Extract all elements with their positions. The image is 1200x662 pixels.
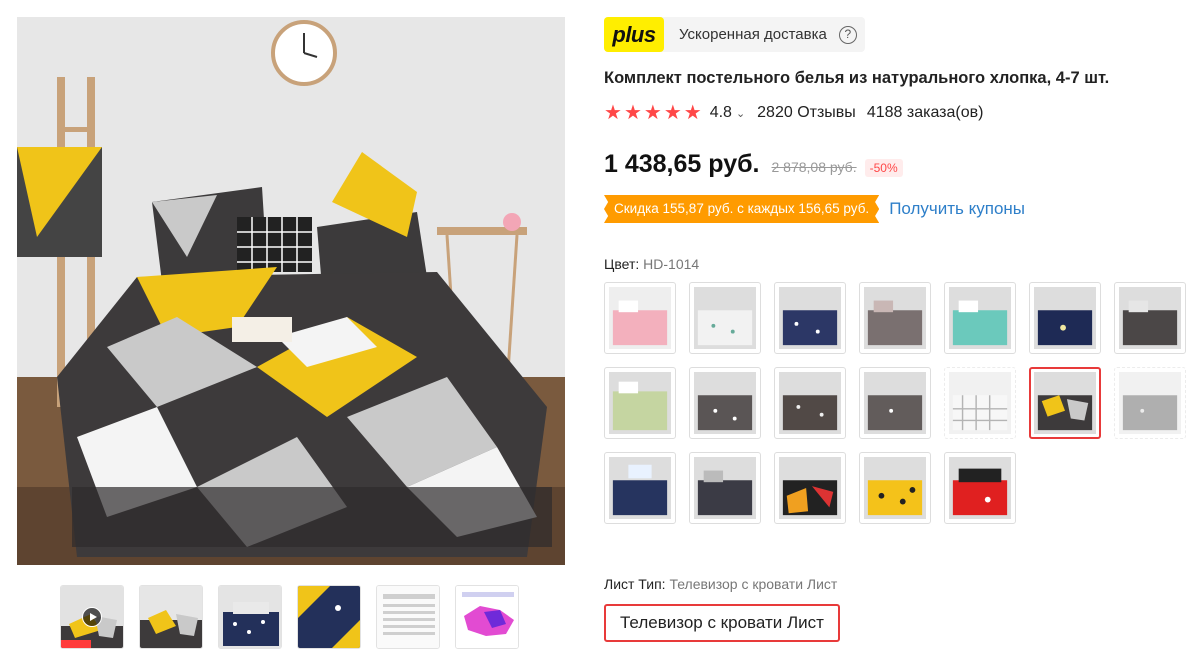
color-swatch-dark-grey[interactable] [1114,282,1186,354]
product-title: Комплект постельного белья из натурально… [604,69,1110,87]
current-price: 1 438,65 руб. [604,150,760,178]
star-icon: ★ [683,102,702,124]
color-label-value: HD-1014 [643,256,700,272]
color-swatch-green[interactable] [604,367,676,439]
thumbnail-video[interactable] [60,585,124,649]
color-swatch-grey[interactable] [859,282,931,354]
star-icon: ★ [604,102,622,124]
rating-stars: ★ ★ ★ ★ ★ [604,103,702,123]
color-swatch-yellow-dots[interactable] [859,452,931,524]
color-swatch-pink[interactable] [604,282,676,354]
sheet-type-label: Лист Тип: Телевизор с кровати Лист [604,576,837,592]
sheet-type-value: Телевизор с кровати Лист [669,576,838,592]
sheet-type-option-selected[interactable]: Телевизор с кровати Лист [604,604,840,642]
rating-value[interactable]: 4.8 [710,104,732,122]
play-icon [82,607,102,627]
main-product-image[interactable] [17,17,565,565]
thumbnail-strip [60,585,519,649]
sheet-type-key: Лист Тип: [604,576,666,592]
color-swatches [604,282,1200,524]
color-swatch-dark-check[interactable] [689,452,761,524]
discount-badge: -50% [864,159,903,177]
thumbnail-map[interactable] [455,585,519,649]
price-row: 1 438,65 руб. 2 878,08 руб. -50% [604,150,1200,179]
color-swatch-navy-stars[interactable] [774,282,846,354]
plus-delivery-bar[interactable]: plus Ускоренная доставка ? [604,17,865,52]
star-icon: ★ [663,102,682,124]
get-coupons-link[interactable]: Получить купоны [889,199,1025,219]
reviews-link[interactable]: 2820 Отзывы [757,104,856,122]
color-swatch-mint[interactable] [944,282,1016,354]
thumbnail-navy[interactable] [218,585,282,649]
color-swatch-white-print[interactable] [689,282,761,354]
thumbnail-fabric[interactable] [297,585,361,649]
orders-count: 4188 заказа(ов) [866,104,984,121]
color-swatch-red-black[interactable] [944,452,1016,524]
color-swatch-grey-stars[interactable] [859,367,931,439]
color-swatch-navy-moon[interactable] [1029,282,1101,354]
color-swatch-charcoal[interactable] [689,367,761,439]
coupon-tag: Скидка 155,87 руб. с каждых 156,65 руб. [604,195,880,223]
product-info: plus Ускоренная доставка ? Комплект пост… [604,17,1200,642]
thumbnail-bedroom[interactable] [139,585,203,649]
rating-row: ★ ★ ★ ★ ★ 4.8 ⌄ 2820 Отзывы 4188 заказа(… [604,103,1200,123]
color-swatch-check-disabled[interactable] [944,367,1016,439]
old-price: 2 878,08 руб. [771,159,857,175]
star-icon: ★ [623,102,642,124]
color-swatch-brown-print[interactable] [774,367,846,439]
help-icon[interactable]: ? [838,25,857,44]
coupon-row: Скидка 155,87 руб. с каждых 156,65 руб. … [604,195,1200,223]
star-icon: ★ [643,102,662,124]
plus-logo: plus [604,17,664,52]
color-swatch-black-orange[interactable] [774,452,846,524]
fast-delivery-label: Ускоренная доставка [679,26,827,43]
color-swatch-navy-check[interactable] [604,452,676,524]
chevron-down-icon[interactable]: ⌄ [736,107,745,120]
color-swatch-grey-disabled[interactable] [1114,367,1186,439]
color-label: Цвет: HD-1014 [604,256,1200,272]
thumbnail-size-table[interactable] [376,585,440,649]
color-swatch-selected-hd1014[interactable] [1029,367,1101,439]
color-label-key: Цвет: [604,256,640,272]
